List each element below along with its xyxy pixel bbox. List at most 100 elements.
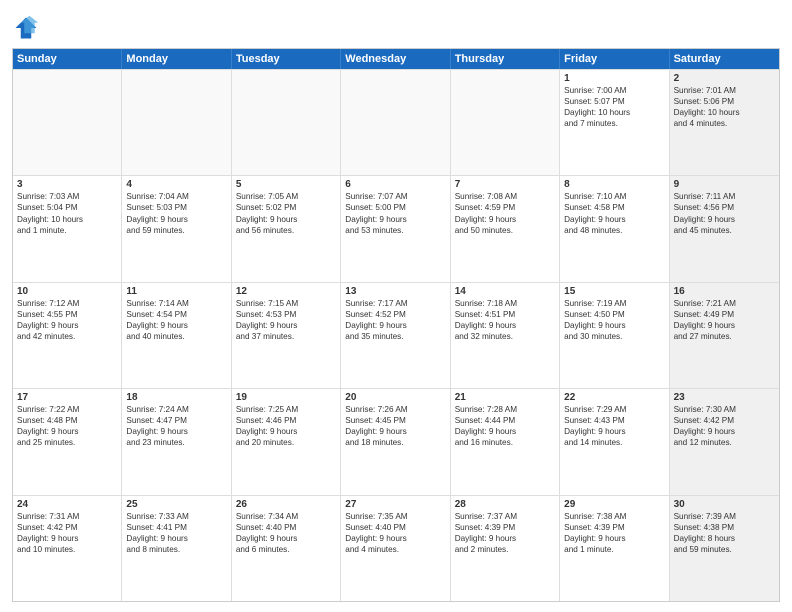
cell-info-line: Sunrise: 7:12 AM <box>17 298 117 309</box>
day-cell-13: 13Sunrise: 7:17 AMSunset: 4:52 PMDayligh… <box>341 283 450 388</box>
cell-info-line: Daylight: 9 hours <box>126 426 226 437</box>
cell-info-line: and 37 minutes. <box>236 331 336 342</box>
cell-info-line: Sunset: 4:43 PM <box>564 415 664 426</box>
cell-info-line: Daylight: 9 hours <box>236 320 336 331</box>
cell-info-line: Sunrise: 7:11 AM <box>674 191 775 202</box>
cell-info-line: Daylight: 9 hours <box>455 320 555 331</box>
cell-info-line: Sunrise: 7:39 AM <box>674 511 775 522</box>
cell-info-line: Sunset: 5:02 PM <box>236 202 336 213</box>
cell-info-line: Sunrise: 7:22 AM <box>17 404 117 415</box>
cell-info-line: Daylight: 9 hours <box>564 214 664 225</box>
cell-info-line: Sunrise: 7:01 AM <box>674 85 775 96</box>
cell-info-line: Sunset: 4:47 PM <box>126 415 226 426</box>
cell-info-line: Daylight: 9 hours <box>674 214 775 225</box>
empty-cell <box>341 70 450 175</box>
day-number: 9 <box>674 179 775 190</box>
cell-info-line: Sunrise: 7:24 AM <box>126 404 226 415</box>
header-day-wednesday: Wednesday <box>341 49 450 69</box>
cell-info-line: Daylight: 9 hours <box>236 426 336 437</box>
cell-info-line: Sunrise: 7:38 AM <box>564 511 664 522</box>
cell-info-line: Sunrise: 7:03 AM <box>17 191 117 202</box>
header-day-friday: Friday <box>560 49 669 69</box>
cell-info-line: Sunset: 4:49 PM <box>674 309 775 320</box>
cell-info-line: Sunset: 4:40 PM <box>345 522 445 533</box>
cell-info-line: Sunset: 5:00 PM <box>345 202 445 213</box>
cell-info-line: Sunset: 4:38 PM <box>674 522 775 533</box>
cell-info-line: Sunset: 4:56 PM <box>674 202 775 213</box>
cell-info-line: Sunset: 4:42 PM <box>674 415 775 426</box>
cell-info-line: Sunrise: 7:19 AM <box>564 298 664 309</box>
cell-info-line: Sunset: 4:48 PM <box>17 415 117 426</box>
cell-info-line: Daylight: 9 hours <box>564 426 664 437</box>
day-number: 12 <box>236 286 336 297</box>
cell-info-line: Sunrise: 7:07 AM <box>345 191 445 202</box>
cell-info-line: and 53 minutes. <box>345 225 445 236</box>
day-cell-27: 27Sunrise: 7:35 AMSunset: 4:40 PMDayligh… <box>341 496 450 601</box>
cell-info-line: Daylight: 9 hours <box>564 320 664 331</box>
cell-info-line: Daylight: 9 hours <box>17 426 117 437</box>
cell-info-line: and 14 minutes. <box>564 437 664 448</box>
cell-info-line: Sunset: 4:58 PM <box>564 202 664 213</box>
calendar-row-4: 24Sunrise: 7:31 AMSunset: 4:42 PMDayligh… <box>13 495 779 601</box>
cell-info-line: Sunset: 4:45 PM <box>345 415 445 426</box>
calendar-row-2: 10Sunrise: 7:12 AMSunset: 4:55 PMDayligh… <box>13 282 779 388</box>
header-day-tuesday: Tuesday <box>232 49 341 69</box>
day-number: 29 <box>564 499 664 510</box>
cell-info-line: Sunset: 4:39 PM <box>564 522 664 533</box>
cell-info-line: and 1 minute. <box>17 225 117 236</box>
cell-info-line: Sunrise: 7:33 AM <box>126 511 226 522</box>
day-cell-19: 19Sunrise: 7:25 AMSunset: 4:46 PMDayligh… <box>232 389 341 494</box>
cell-info-line: Sunset: 4:54 PM <box>126 309 226 320</box>
cell-info-line: Sunset: 4:53 PM <box>236 309 336 320</box>
cell-info-line: and 23 minutes. <box>126 437 226 448</box>
day-number: 19 <box>236 392 336 403</box>
cell-info-line: Daylight: 9 hours <box>345 320 445 331</box>
day-number: 28 <box>455 499 555 510</box>
cell-info-line: Daylight: 9 hours <box>455 426 555 437</box>
cell-info-line: Sunrise: 7:14 AM <box>126 298 226 309</box>
cell-info-line: Daylight: 9 hours <box>126 533 226 544</box>
day-cell-17: 17Sunrise: 7:22 AMSunset: 4:48 PMDayligh… <box>13 389 122 494</box>
cell-info-line: Sunset: 5:04 PM <box>17 202 117 213</box>
day-number: 11 <box>126 286 226 297</box>
day-cell-18: 18Sunrise: 7:24 AMSunset: 4:47 PMDayligh… <box>122 389 231 494</box>
cell-info-line: Daylight: 9 hours <box>455 214 555 225</box>
day-number: 27 <box>345 499 445 510</box>
header-day-sunday: Sunday <box>13 49 122 69</box>
day-cell-5: 5Sunrise: 7:05 AMSunset: 5:02 PMDaylight… <box>232 176 341 281</box>
cell-info-line: Sunrise: 7:18 AM <box>455 298 555 309</box>
day-number: 25 <box>126 499 226 510</box>
day-cell-14: 14Sunrise: 7:18 AMSunset: 4:51 PMDayligh… <box>451 283 560 388</box>
calendar-row-3: 17Sunrise: 7:22 AMSunset: 4:48 PMDayligh… <box>13 388 779 494</box>
cell-info-line: and 16 minutes. <box>455 437 555 448</box>
day-cell-7: 7Sunrise: 7:08 AMSunset: 4:59 PMDaylight… <box>451 176 560 281</box>
cell-info-line: Daylight: 9 hours <box>345 533 445 544</box>
cell-info-line: Sunrise: 7:30 AM <box>674 404 775 415</box>
header-day-saturday: Saturday <box>670 49 779 69</box>
day-cell-6: 6Sunrise: 7:07 AMSunset: 5:00 PMDaylight… <box>341 176 450 281</box>
day-number: 5 <box>236 179 336 190</box>
cell-info-line: Daylight: 10 hours <box>674 107 775 118</box>
day-number: 15 <box>564 286 664 297</box>
cell-info-line: Sunrise: 7:35 AM <box>345 511 445 522</box>
cell-info-line: Sunset: 4:55 PM <box>17 309 117 320</box>
day-cell-16: 16Sunrise: 7:21 AMSunset: 4:49 PMDayligh… <box>670 283 779 388</box>
day-number: 23 <box>674 392 775 403</box>
day-number: 18 <box>126 392 226 403</box>
cell-info-line: Sunset: 4:46 PM <box>236 415 336 426</box>
cell-info-line: and 48 minutes. <box>564 225 664 236</box>
page: SundayMondayTuesdayWednesdayThursdayFrid… <box>0 0 792 612</box>
cell-info-line: Sunrise: 7:21 AM <box>674 298 775 309</box>
day-cell-21: 21Sunrise: 7:28 AMSunset: 4:44 PMDayligh… <box>451 389 560 494</box>
day-cell-26: 26Sunrise: 7:34 AMSunset: 4:40 PMDayligh… <box>232 496 341 601</box>
cell-info-line: Daylight: 10 hours <box>564 107 664 118</box>
cell-info-line: Sunrise: 7:25 AM <box>236 404 336 415</box>
day-cell-1: 1Sunrise: 7:00 AMSunset: 5:07 PMDaylight… <box>560 70 669 175</box>
calendar-body: 1Sunrise: 7:00 AMSunset: 5:07 PMDaylight… <box>13 69 779 601</box>
day-number: 1 <box>564 73 664 84</box>
cell-info-line: and 20 minutes. <box>236 437 336 448</box>
day-cell-29: 29Sunrise: 7:38 AMSunset: 4:39 PMDayligh… <box>560 496 669 601</box>
cell-info-line: Sunset: 4:40 PM <box>236 522 336 533</box>
cell-info-line: Daylight: 9 hours <box>17 320 117 331</box>
day-cell-10: 10Sunrise: 7:12 AMSunset: 4:55 PMDayligh… <box>13 283 122 388</box>
